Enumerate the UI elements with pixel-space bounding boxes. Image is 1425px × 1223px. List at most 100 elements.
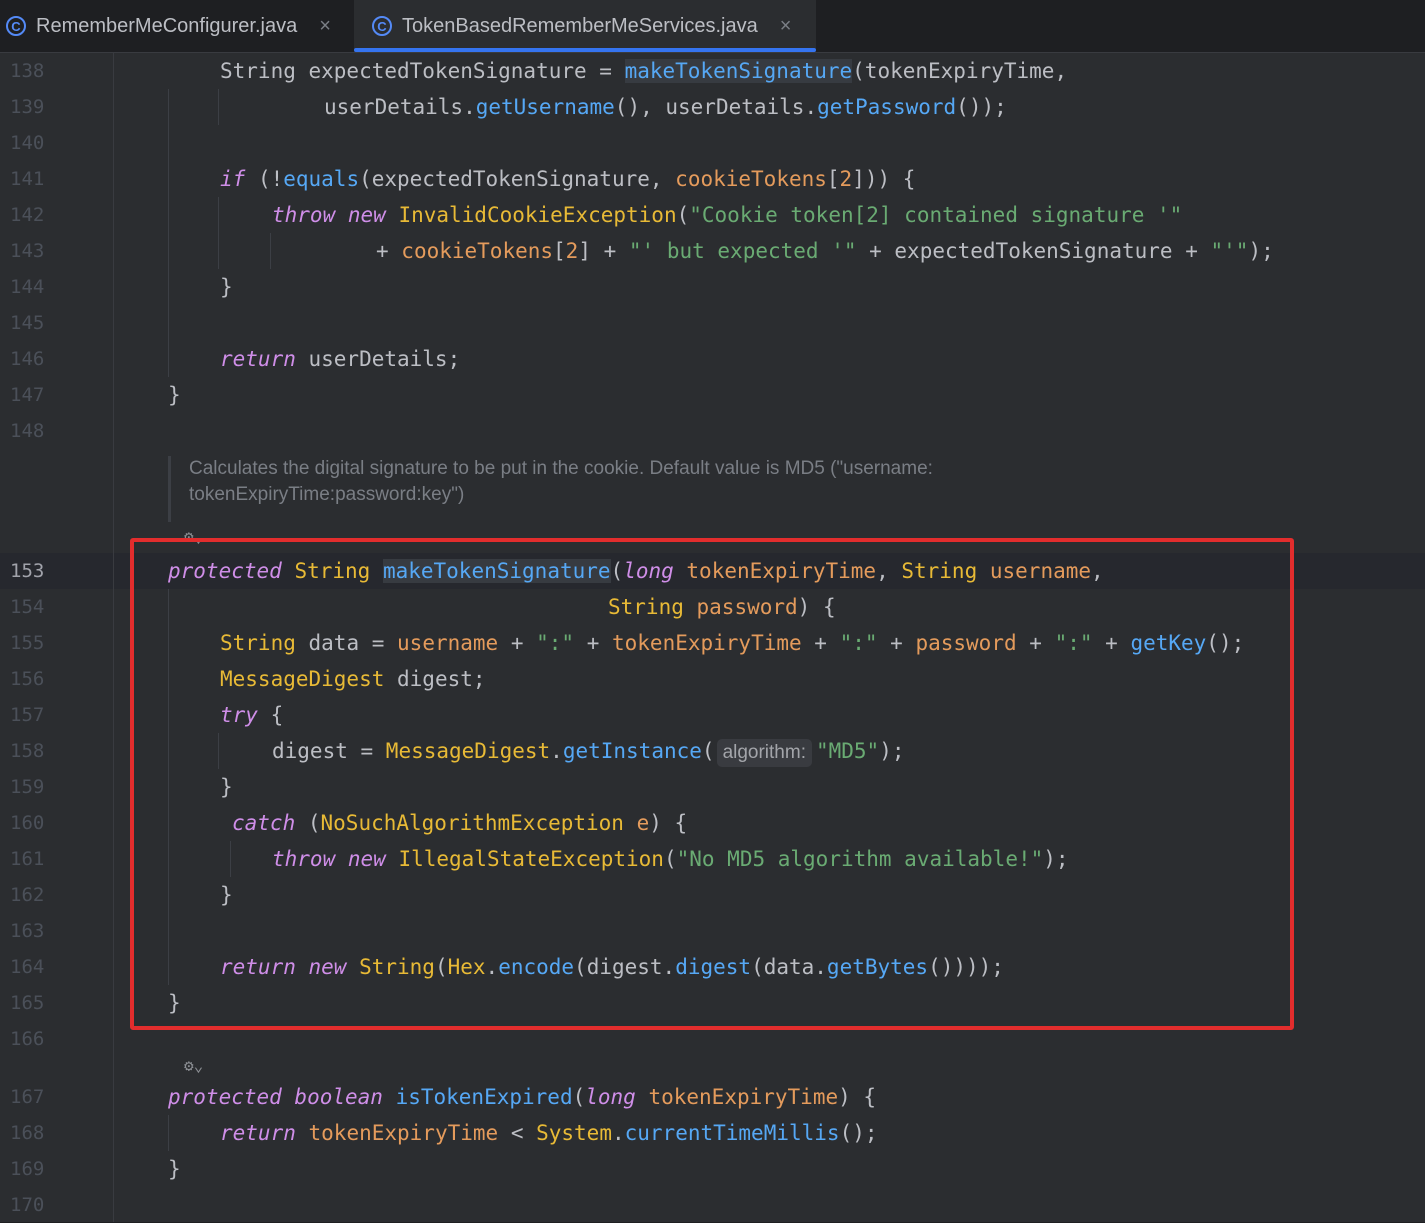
close-icon[interactable]: ×	[319, 15, 331, 38]
line-number: 156	[10, 668, 45, 690]
class-icon: C	[372, 16, 392, 36]
code-token: makeTokenSignature	[624, 59, 853, 83]
line-number: 169	[10, 1158, 45, 1180]
code-token: }	[168, 383, 181, 407]
editor-tab-bar: C RememberMeConfigurer.java × C TokenBas…	[0, 0, 1425, 53]
indent-guide	[168, 89, 169, 377]
code-line: protected boolean isTokenExpired(long to…	[168, 1079, 876, 1115]
code-token: getUsername	[475, 95, 615, 119]
indent-guide	[218, 89, 219, 125]
code-token: return	[220, 1121, 309, 1145]
code-line: }	[168, 377, 181, 413]
line-number-gutter: 138 139 140 141 142 143 144 145 146 147 148 153 154 1…	[0, 53, 114, 1222]
code-token: cookieTokens	[401, 239, 554, 263]
line-number: 165	[10, 992, 45, 1014]
code-token: cookieTokens	[675, 167, 827, 191]
code-line: return tokenExpiryTime < System.currentT…	[220, 1115, 878, 1151]
code-token: System	[536, 1121, 612, 1145]
code-token: .	[611, 1121, 625, 1145]
line-number: 167	[10, 1086, 45, 1108]
line-number: 168	[10, 1122, 45, 1144]
code-token: ();	[839, 1121, 878, 1145]
code-token: (), userDetails.	[614, 95, 818, 119]
code-token: [	[553, 239, 566, 263]
line-number: 139	[10, 96, 45, 118]
code-token: "Cookie token[2] contained signature '"	[689, 203, 1183, 227]
line-number: 164	[10, 956, 45, 978]
code-token: 2	[839, 167, 853, 191]
code-line: + cookieTokens[2] + "' but expected '" +…	[376, 233, 1274, 269]
code-token: tokenExpiryTime	[308, 1121, 499, 1145]
tab-token-based-remember-me-services[interactable]: C TokenBasedRememberMeServices.java ×	[354, 0, 816, 52]
line-number: 166	[10, 1028, 45, 1050]
code-token: protected boolean	[168, 1085, 396, 1109]
code-token: }	[168, 1157, 181, 1181]
code-line: return userDetails;	[220, 341, 460, 377]
code-token: +	[376, 239, 402, 263]
code-line: if (!equals(expectedTokenSignature, cook…	[220, 161, 915, 197]
code-token: tokenExpiryTime	[648, 1085, 839, 1109]
code-token: (	[572, 1085, 586, 1109]
code-token: (tokenExpiryTime,	[852, 59, 1068, 83]
annotation-highlight-box	[130, 538, 1294, 1030]
indent-guide	[270, 233, 271, 269]
line-number: 138	[10, 60, 45, 82]
indent-guide	[168, 1115, 169, 1151]
line-number: 154	[10, 596, 45, 618]
code-line: userDetails.getUsername(), userDetails.g…	[324, 89, 1007, 125]
code-editor[interactable]: 138 139 140 141 142 143 144 145 146 147 148 153 154 1…	[0, 53, 1425, 1222]
code-token: throw new	[272, 203, 399, 227]
line-number: 144	[10, 276, 45, 298]
code-token: + expectedTokenSignature +	[856, 239, 1211, 263]
javadoc-line: tokenExpiryTime:password:key")	[189, 484, 465, 505]
line-number: 141	[10, 168, 45, 190]
line-number: 159	[10, 776, 45, 798]
line-number: 170	[10, 1194, 45, 1216]
tab-remember-me-configurer[interactable]: C RememberMeConfigurer.java ×	[6, 0, 346, 52]
class-icon: C	[6, 16, 26, 36]
code-token: "' but expected '"	[628, 239, 857, 263]
line-number: 155	[10, 632, 45, 654]
tab-label: RememberMeConfigurer.java	[36, 14, 298, 37]
code-token: return	[220, 347, 296, 371]
code-token: ());	[956, 95, 1007, 119]
code-token: [	[826, 167, 840, 191]
javadoc-line: Calculates the digital signature to be p…	[189, 458, 933, 479]
line-number: 160	[10, 812, 45, 834]
code-token: );	[1248, 239, 1274, 263]
line-number: 153	[10, 560, 45, 582]
line-number: 143	[10, 240, 45, 262]
code-line: }	[168, 1151, 181, 1187]
line-number: 146	[10, 348, 45, 370]
line-number: 161	[10, 848, 45, 870]
line-number: 147	[10, 384, 45, 406]
line-number: 145	[10, 312, 45, 334]
code-token: (!	[245, 167, 284, 191]
code-token: }	[220, 275, 233, 299]
indent-guide	[218, 197, 219, 269]
code-token: getPassword	[817, 95, 957, 119]
code-token: userDetails;	[295, 347, 461, 371]
code-token: (	[676, 203, 690, 227]
code-token: (expectedTokenSignature,	[359, 167, 676, 191]
close-icon[interactable]: ×	[780, 15, 792, 38]
code-token: long	[585, 1085, 649, 1109]
code-token: "'"	[1210, 239, 1249, 263]
line-number: 148	[10, 420, 45, 442]
code-token: InvalidCookieException	[398, 203, 677, 227]
line-number: 163	[10, 920, 45, 942]
active-tab-indicator	[354, 48, 816, 52]
code-line: String expectedTokenSignature = makeToke…	[220, 53, 1067, 89]
code-token: 2	[565, 239, 579, 263]
code-line: }	[220, 269, 233, 305]
line-number: 142	[10, 204, 45, 226]
code-token: String expectedTokenSignature =	[220, 59, 625, 83]
code-token: if	[220, 167, 246, 191]
ai-actions-icon[interactable]: ⚙⌄	[184, 1056, 203, 1075]
line-number: 157	[10, 704, 45, 726]
code-token: ) {	[838, 1085, 877, 1109]
line-number: 158	[10, 740, 45, 762]
code-line: throw new InvalidCookieException("Cookie…	[272, 197, 1182, 233]
line-number: 140	[10, 132, 45, 154]
rendered-javadoc: Calculates the digital signature to be p…	[168, 456, 1089, 522]
